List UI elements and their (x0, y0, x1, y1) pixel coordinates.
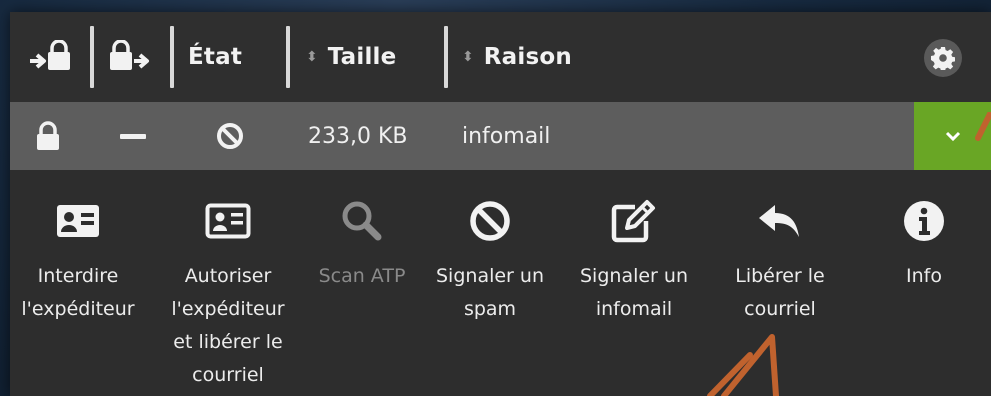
column-separator (170, 26, 174, 88)
column-separator (444, 26, 448, 88)
minus-icon (120, 102, 146, 170)
block-icon (468, 196, 512, 246)
size-value: 233,0 KB (308, 123, 408, 149)
contact-card-outline-icon (205, 196, 251, 246)
column-label: État (188, 44, 243, 70)
action-label: Signaler un spam (436, 265, 544, 320)
action-bar: Interdire l'expéditeur Autoriser l'expéd… (10, 170, 991, 396)
table-row[interactable]: 233,0 KB infomail (10, 102, 991, 170)
action-label: Scan ATP (318, 265, 406, 287)
contact-card-icon (56, 196, 100, 246)
report-infomail-button[interactable]: Signaler un infomail (564, 196, 704, 326)
expand-button[interactable] (914, 102, 991, 170)
sort-icon: ⬍ (462, 49, 474, 65)
ban-sender-button[interactable]: Interdire l'expéditeur (8, 196, 148, 326)
report-spam-button[interactable]: Signaler un spam (420, 196, 560, 326)
column-header-taille[interactable]: ⬍ Taille (306, 12, 396, 102)
column-separator (286, 26, 290, 88)
chevron-down-icon (945, 131, 960, 142)
column-header-etat[interactable]: État (188, 12, 242, 102)
action-label: Autoriser l'expéditeur et libérer le cou… (171, 265, 285, 386)
search-icon (340, 196, 384, 246)
table-header: État ⬍ Taille ⬍ Raison (10, 12, 991, 102)
reason-value: infomail (462, 123, 551, 149)
column-separator (90, 26, 94, 88)
scan-atp-button[interactable]: Scan ATP (292, 196, 432, 293)
action-label: Interdire l'expéditeur (21, 265, 135, 320)
edit-icon (611, 196, 657, 246)
release-email-button[interactable]: Libérer le courriel (710, 196, 850, 326)
gear-icon (931, 47, 955, 70)
sort-icon: ⬍ (306, 49, 318, 65)
lock-out-icon[interactable] (108, 12, 156, 102)
info-icon (903, 196, 945, 246)
column-label: Raison (483, 44, 572, 70)
lock-in-icon[interactable] (28, 12, 76, 102)
quarantine-panel: État ⬍ Taille ⬍ Raison 233,0 KB infomail… (10, 12, 991, 396)
action-label: Libérer le courriel (735, 265, 825, 320)
info-button[interactable]: Info (854, 196, 991, 293)
block-icon (216, 102, 244, 170)
reply-icon (757, 196, 803, 246)
settings-button[interactable] (924, 39, 962, 77)
column-header-raison[interactable]: ⬍ Raison (462, 12, 572, 102)
column-label: Taille (327, 44, 397, 70)
action-label: Info (906, 265, 942, 287)
lock-icon (36, 102, 60, 170)
action-label: Signaler un infomail (580, 265, 688, 320)
allow-sender-release-button[interactable]: Autoriser l'expéditeur et libérer le cou… (158, 196, 298, 392)
